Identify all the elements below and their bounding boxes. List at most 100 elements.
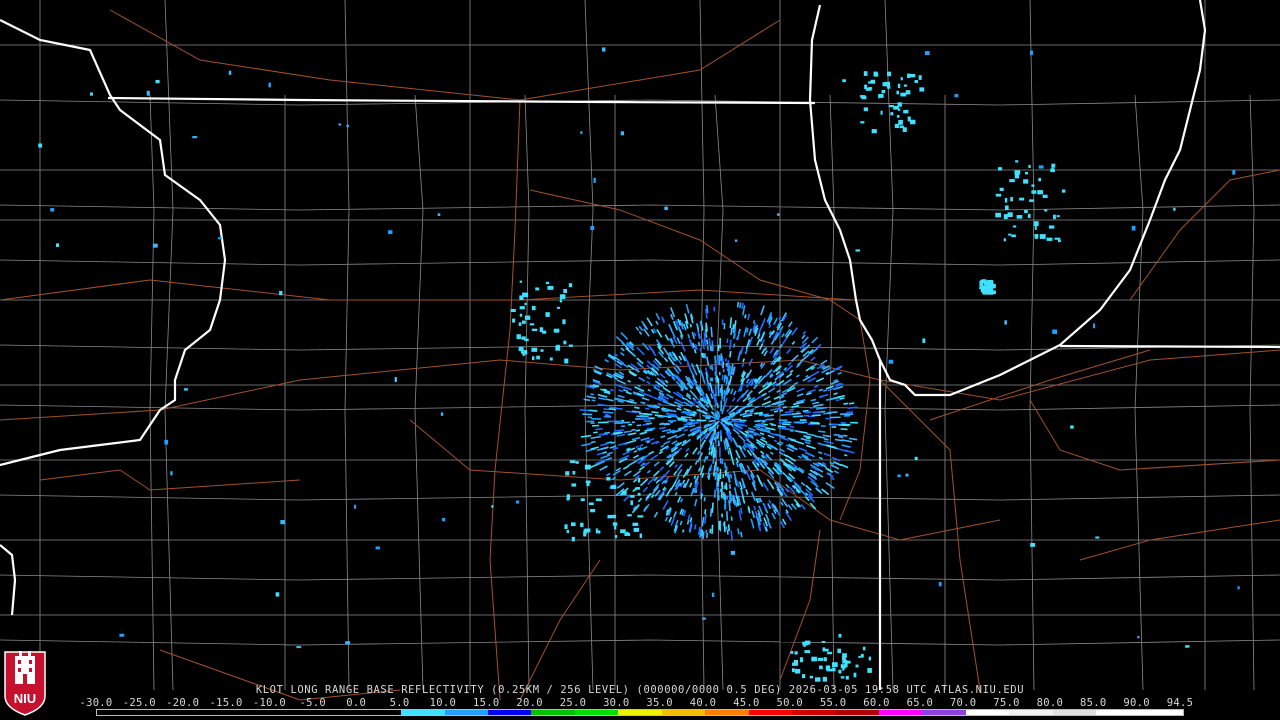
echo-speck [860,121,865,124]
echo-speck [280,520,285,525]
echo-streak [603,408,609,411]
echo-streak [673,470,678,476]
echo-streak [616,379,626,385]
echo-speck [437,213,441,216]
echo-streak [627,379,631,383]
echo-speck [1048,225,1055,229]
echo-speck [519,280,523,283]
scale-tick-label: 45.0 [733,697,760,709]
echo-streak [761,436,766,440]
echo-streak [791,327,798,336]
echo-streak [656,329,663,338]
echo-streak [736,502,739,507]
radar-map[interactable] [0,0,1280,720]
echo-streak [728,484,732,489]
echo-speck [1237,586,1240,590]
echo-speck [515,500,520,504]
color-scale-segment [487,710,532,715]
echo-speck [861,95,867,100]
color-scale-segment [574,710,619,715]
highway-line [489,99,521,701]
echo-streak [600,394,607,398]
echo-streak [638,465,646,471]
echo-streak [752,320,756,324]
color-scale-segment [1096,710,1140,715]
echo-streak [802,330,807,335]
echo-streak [654,492,659,497]
echo-streak [827,469,833,473]
echo-speck [1056,215,1060,218]
echo-speck [192,136,198,139]
echo-streak [694,498,698,507]
echo-streak [691,413,696,416]
echo-streak [659,422,669,426]
echo-streak [733,320,737,329]
echo-streak [823,440,834,445]
echo-streak [739,346,744,355]
echo-streak [604,431,611,435]
echo-streak [711,502,714,513]
echo-speck [524,315,531,320]
echo-streak [600,454,611,460]
echo-streak [643,392,654,398]
echo-streak [821,488,830,496]
echo-speck [580,498,585,502]
echo-speck [571,483,577,487]
echo-speck [522,351,525,356]
echo-streak [631,428,636,431]
echo-speck [614,535,618,539]
echo-speck [1038,177,1042,182]
echo-streak [602,411,614,414]
echo-speck [980,288,983,293]
echo-streak [735,457,740,464]
echo-speck [823,657,827,662]
echo-streak [678,355,683,361]
echo-streak [620,347,625,352]
echo-streak [768,324,772,329]
echo-streak [609,406,617,409]
echo-streak [750,518,755,529]
echo-speck [338,123,342,126]
echo-streak [601,433,609,436]
echo-streak [613,376,618,381]
echo-speck [914,456,918,461]
echo-speck [566,529,570,534]
echo-speck [888,104,894,108]
echo-streak [605,398,614,402]
echo-streak [638,376,646,382]
echo-streak [805,444,816,450]
echo-streak [604,358,610,363]
echo-speck [635,487,641,490]
echo-speck [516,334,521,340]
echo-streak [709,382,714,394]
echo-speck [842,659,848,664]
echo-streak [757,423,764,426]
echo-speck [999,187,1004,192]
echo-streak [634,368,640,373]
echo-speck [855,664,859,668]
echo-streak [680,498,684,503]
echo-streak [686,519,690,525]
echo-speck [633,527,640,532]
echo-speck [531,347,538,352]
highways [0,9,1280,701]
echo-streak [653,511,659,518]
echo-speck [838,633,842,638]
echo-streak [848,437,858,441]
echo-streak [693,524,697,530]
echo-streak [622,450,630,456]
echo-streak [699,320,703,326]
echo-streak [697,341,701,346]
echo-speck [164,439,169,445]
echo-speck [702,617,706,620]
echo-speck [570,522,576,527]
echo-speck [777,213,780,216]
echo-streak [736,393,745,403]
echo-streak [583,398,591,402]
echo-streak [837,371,842,375]
echo-speck [580,131,583,134]
echo-streak [615,407,623,410]
echo-speck [825,665,831,670]
echo-streak [761,400,772,406]
echo-speck [858,655,861,658]
